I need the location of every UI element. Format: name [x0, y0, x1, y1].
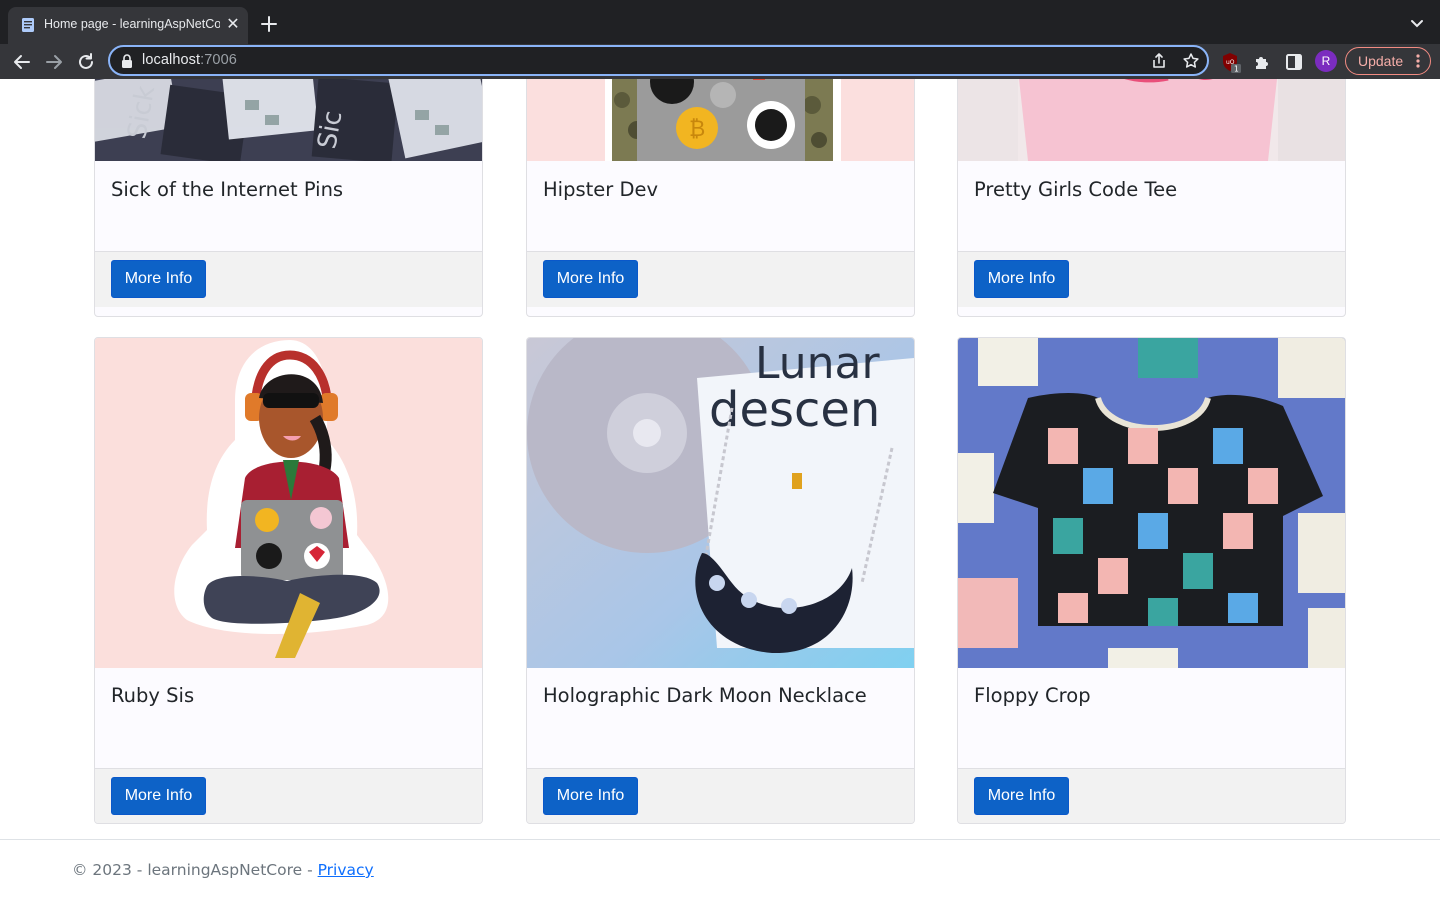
- product-image-floppy-crop: [958, 338, 1345, 668]
- reload-icon[interactable]: [75, 51, 97, 73]
- product-image-dark-moon-necklace: Lunar descen: [527, 338, 914, 668]
- product-image-ruby-sis: [95, 338, 482, 668]
- product-title: Floppy Crop: [974, 684, 1091, 707]
- url-port: :7006: [200, 52, 237, 68]
- page-content: Sick Sic Sick of the Internet Pins More …: [0, 79, 1440, 900]
- extension-badge: 1: [1234, 65, 1239, 74]
- ublock-extension-icon[interactable]: uO 1: [1219, 51, 1241, 73]
- back-icon[interactable]: [11, 51, 33, 73]
- card-footer: More Info: [527, 251, 914, 307]
- product-image-pins: Sick Sic: [95, 79, 482, 161]
- forward-icon[interactable]: [43, 51, 65, 73]
- card-footer: More Info: [958, 251, 1345, 307]
- profile-avatar[interactable]: R: [1315, 50, 1337, 72]
- more-info-button[interactable]: More Info: [111, 777, 206, 815]
- address-bar[interactable]: localhost:7006: [108, 45, 1209, 76]
- card-footer: More Info: [95, 251, 482, 307]
- product-card: Lunar descen Holographic Dark Moon Neckl…: [526, 337, 915, 824]
- copyright-text: © 2023 - learningAspNetCore -: [72, 861, 318, 879]
- bookmark-star-icon[interactable]: [1182, 52, 1200, 70]
- card-footer: More Info: [527, 768, 914, 823]
- product-image-pretty-girls-tee: [958, 79, 1345, 161]
- product-card: Floppy Crop More Info: [957, 337, 1346, 824]
- tab-title: Home page - learningAspNetCore: [44, 17, 220, 31]
- new-tab-icon[interactable]: [258, 13, 280, 35]
- product-title: Pretty Girls Code Tee: [974, 178, 1178, 201]
- more-info-button[interactable]: More Info: [974, 260, 1069, 298]
- product-title: Hipster Dev: [543, 178, 659, 201]
- update-button[interactable]: Update: [1345, 47, 1431, 75]
- extensions-puzzle-icon[interactable]: [1251, 51, 1273, 73]
- lock-icon[interactable]: [120, 53, 134, 69]
- product-card: Sick Sic Sick of the Internet Pins More …: [94, 79, 483, 317]
- more-info-button[interactable]: More Info: [543, 777, 638, 815]
- tab-search-chevron-icon[interactable]: [1408, 14, 1426, 32]
- card-footer: More Info: [95, 768, 482, 823]
- product-title: Ruby Sis: [111, 684, 195, 707]
- page-favicon-icon: [22, 18, 34, 32]
- product-card: Ruby Sis More Info: [94, 337, 483, 824]
- close-tab-icon[interactable]: ✕: [224, 16, 242, 34]
- product-image-hipster-dev: ₿: [527, 79, 914, 161]
- more-info-button[interactable]: More Info: [974, 777, 1069, 815]
- browser-toolbar: localhost:7006 uO 1 R Update: [0, 44, 1440, 79]
- more-vertical-icon[interactable]: [1416, 53, 1420, 69]
- browser-tab-bar: Home page - learningAspNetCore ✕: [0, 0, 1440, 44]
- svg-text:₿: ₿: [689, 117, 705, 142]
- product-title: Sick of the Internet Pins: [111, 178, 344, 201]
- card-footer: More Info: [958, 768, 1345, 823]
- more-info-button[interactable]: More Info: [543, 260, 638, 298]
- product-title: Holographic Dark Moon Necklace: [543, 684, 867, 707]
- share-icon[interactable]: [1150, 52, 1168, 70]
- site-footer: © 2023 - learningAspNetCore - Privacy: [0, 839, 1440, 900]
- url-host: localhost: [142, 52, 201, 68]
- product-card: Pretty Girls Code Tee More Info: [957, 79, 1346, 317]
- side-panel-icon[interactable]: [1283, 51, 1305, 73]
- url-text[interactable]: localhost:7006: [142, 52, 237, 68]
- update-button-label: Update: [1358, 53, 1404, 69]
- browser-tab[interactable]: Home page - learningAspNetCore ✕: [8, 7, 248, 44]
- privacy-link[interactable]: Privacy: [318, 861, 374, 879]
- footer-copyright: © 2023 - learningAspNetCore - Privacy: [72, 861, 374, 879]
- more-info-button[interactable]: More Info: [111, 260, 206, 298]
- product-card: ₿ Hipster Dev More Info: [526, 79, 915, 317]
- svg-text:descen: descen: [709, 382, 880, 438]
